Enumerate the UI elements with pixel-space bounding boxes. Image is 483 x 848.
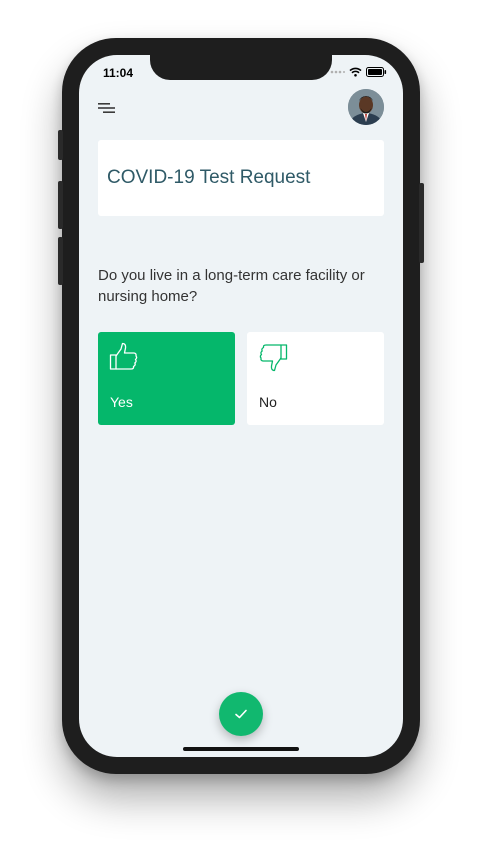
check-icon (235, 709, 247, 719)
question-text: Do you live in a long-term care facility… (98, 267, 365, 305)
menu-icon[interactable] (98, 101, 116, 115)
silent-switch (58, 130, 63, 160)
confirm-button[interactable] (219, 692, 263, 736)
page-title: COVID-19 Test Request (107, 167, 311, 188)
avatar[interactable] (348, 89, 384, 125)
notch (150, 55, 332, 80)
thumbs-down-icon (259, 344, 288, 372)
option-no-label: No (259, 394, 277, 410)
thumbs-up-icon (109, 342, 138, 370)
option-yes[interactable]: Yes (98, 332, 235, 425)
volume-down-button (58, 237, 63, 285)
wifi-icon (349, 67, 362, 77)
battery-icon (366, 67, 387, 77)
screen: 11:04 COVID-19 Test Request Do you live … (79, 55, 403, 757)
status-icons (330, 67, 387, 77)
signal-icon (330, 70, 345, 74)
title-card: COVID-19 Test Request (98, 140, 384, 216)
status-time: 11:04 (103, 66, 134, 80)
option-no[interactable]: No (247, 332, 384, 425)
option-yes-label: Yes (110, 394, 133, 410)
power-button (419, 183, 424, 263)
home-indicator[interactable] (183, 747, 299, 751)
user-avatar-icon (348, 89, 384, 125)
volume-up-button (58, 181, 63, 229)
phone-frame: 11:04 COVID-19 Test Request Do you live … (58, 38, 424, 774)
